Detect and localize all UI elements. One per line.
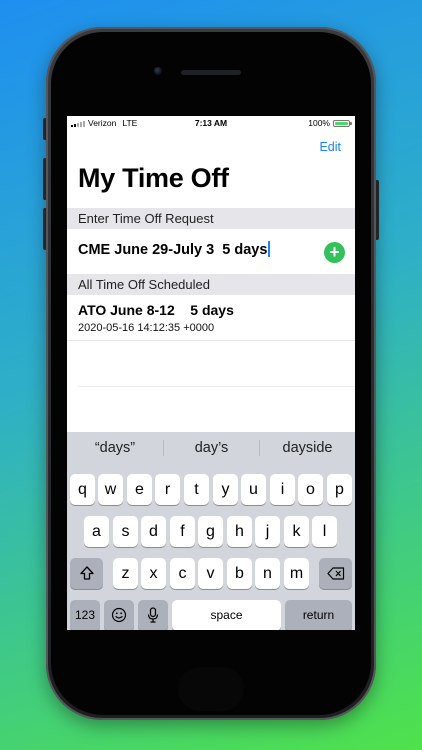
page-title: My Time Off	[78, 163, 229, 193]
battery-percent: 100%	[308, 118, 330, 128]
key-j[interactable]: j	[255, 516, 280, 547]
key-x[interactable]: x	[141, 558, 166, 589]
app-screen: Verizon LTE 7:13 AM 100% Edit My Time Of…	[67, 116, 355, 630]
key-u[interactable]: u	[241, 474, 266, 505]
key-o[interactable]: o	[298, 474, 323, 505]
key-d[interactable]: d	[141, 516, 166, 547]
return-key[interactable]: return	[285, 600, 352, 630]
delete-icon	[326, 567, 344, 580]
time-off-input-row[interactable]: CME June 29-July 3 5 days +	[67, 229, 355, 269]
key-i[interactable]: i	[270, 474, 295, 505]
delete-key[interactable]	[319, 558, 352, 589]
key-b[interactable]: b	[227, 558, 252, 589]
time-off-input[interactable]: CME June 29-July 3 5 days	[78, 241, 270, 258]
text-caret	[268, 241, 270, 257]
key-n[interactable]: n	[255, 558, 280, 589]
plus-circle-icon[interactable]: +	[324, 242, 345, 263]
numbers-key[interactable]: 123	[70, 600, 100, 630]
key-y[interactable]: y	[213, 474, 238, 505]
shift-key[interactable]	[70, 558, 103, 589]
key-a[interactable]: a	[84, 516, 109, 547]
earpiece-speaker	[181, 70, 241, 75]
edit-button[interactable]: Edit	[319, 140, 341, 154]
emoji-icon	[111, 607, 127, 623]
suggestion-2[interactable]: day’s	[164, 432, 259, 464]
dictation-key[interactable]	[138, 600, 168, 630]
front-camera	[154, 67, 162, 75]
suggestion-3[interactable]: dayside	[260, 432, 355, 464]
battery-icon	[333, 119, 352, 127]
empty-row-divider	[78, 386, 355, 387]
key-v[interactable]: v	[198, 558, 223, 589]
list-item[interactable]: ATO June 8-12 5 days 2020-05-16 14:12:35…	[67, 295, 355, 341]
key-g[interactable]: g	[198, 516, 223, 547]
key-s[interactable]: s	[113, 516, 138, 547]
list-item-title: ATO June 8-12 5 days	[78, 302, 234, 318]
list-item-timestamp: 2020-05-16 14:12:35 +0000	[78, 322, 215, 334]
suggestion-1[interactable]: “days”	[67, 432, 163, 464]
key-c[interactable]: c	[170, 558, 195, 589]
key-q[interactable]: q	[70, 474, 95, 505]
shift-icon	[79, 566, 94, 580]
key-e[interactable]: e	[127, 474, 152, 505]
microphone-icon	[147, 607, 159, 623]
phone-frame: Verizon LTE 7:13 AM 100% Edit My Time Of…	[46, 27, 376, 720]
home-button[interactable]	[178, 667, 244, 711]
scheduled-section-header: All Time Off Scheduled	[67, 274, 355, 295]
keyboard: “days” day’s dayside q w e r t y u i o p…	[67, 432, 355, 630]
key-l[interactable]: l	[312, 516, 337, 547]
key-p[interactable]: p	[327, 474, 352, 505]
key-r[interactable]: r	[155, 474, 180, 505]
status-bar: Verizon LTE 7:13 AM 100%	[67, 116, 355, 130]
key-k[interactable]: k	[284, 516, 309, 547]
emoji-key[interactable]	[104, 600, 134, 630]
time-off-input-value: CME June 29-July 3 5 days	[78, 242, 268, 258]
key-h[interactable]: h	[227, 516, 252, 547]
key-m[interactable]: m	[284, 558, 309, 589]
suggestion-bar: “days” day’s dayside	[67, 432, 355, 464]
entry-section-header: Enter Time Off Request	[67, 208, 355, 229]
key-t[interactable]: t	[184, 474, 209, 505]
space-key[interactable]: space	[172, 600, 281, 630]
key-w[interactable]: w	[98, 474, 123, 505]
key-z[interactable]: z	[113, 558, 138, 589]
key-f[interactable]: f	[170, 516, 195, 547]
status-right: 100%	[308, 118, 352, 128]
